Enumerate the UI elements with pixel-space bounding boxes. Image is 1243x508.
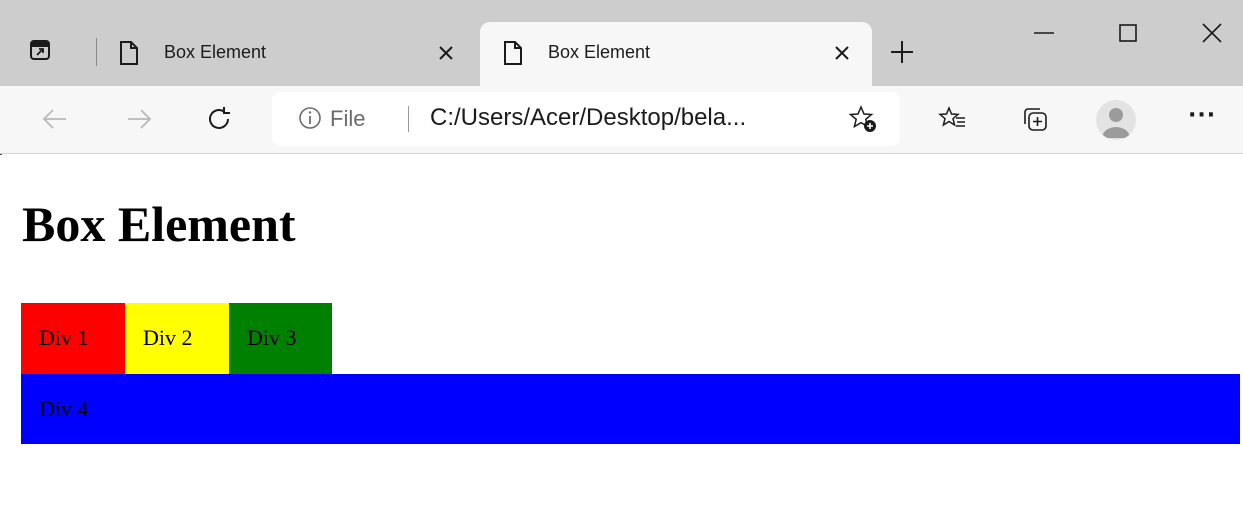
address-separator [408,106,409,132]
minimize-icon[interactable] [1024,18,1064,48]
address-scheme-label: File [330,106,366,131]
div-box-3: Div 3 [229,303,332,374]
tab-box-element-2[interactable]: Box Element [480,22,872,86]
page-content: Box Element Div 1 Div 2 Div 3 Div 4 [0,155,1243,508]
div-box-label: Div 2 [143,325,193,350]
plus-icon[interactable] [888,38,916,66]
forward-arrow-icon[interactable] [124,104,154,134]
collections-icon[interactable] [1020,104,1050,134]
address-bar[interactable]: File C:/Users/Acer/Desktop/bela... [272,92,900,146]
info-icon[interactable] [298,106,322,134]
back-arrow-icon[interactable] [40,104,70,134]
div-box-2: Div 2 [125,303,229,374]
star-plus-icon[interactable] [848,104,878,134]
div-box-1: Div 1 [21,303,125,374]
maximize-icon[interactable] [1108,18,1148,48]
window-close-icon[interactable] [1192,18,1232,48]
close-icon[interactable] [436,43,456,63]
tab-bar: Box Element Box Element [0,0,1243,86]
div-box-label: Div 1 [39,325,89,350]
page-icon [118,40,140,70]
tab-title: Box Element [548,42,651,62]
tab-box-element-1[interactable]: Box Element [100,22,476,86]
close-icon[interactable] [832,43,852,63]
div-box-label: Div 3 [247,325,297,350]
tab-separator [96,38,97,66]
avatar[interactable] [1096,100,1136,140]
address-url[interactable]: C:/Users/Acer/Desktop/bela... [430,104,746,132]
favorites-icon[interactable] [938,104,968,134]
tab-actions-icon[interactable] [26,36,54,64]
more-icon[interactable]: ··· [1188,103,1216,128]
browser-toolbar: File C:/Users/Acer/Desktop/bela... ··· [0,86,1243,154]
page-icon [502,40,524,70]
reload-icon[interactable] [204,104,234,134]
page-title: Box Element [22,196,296,252]
tab-title: Box Element [164,42,267,62]
div-box-4: Div 4 [21,374,1240,444]
div-box-label: Div 4 [39,396,89,421]
